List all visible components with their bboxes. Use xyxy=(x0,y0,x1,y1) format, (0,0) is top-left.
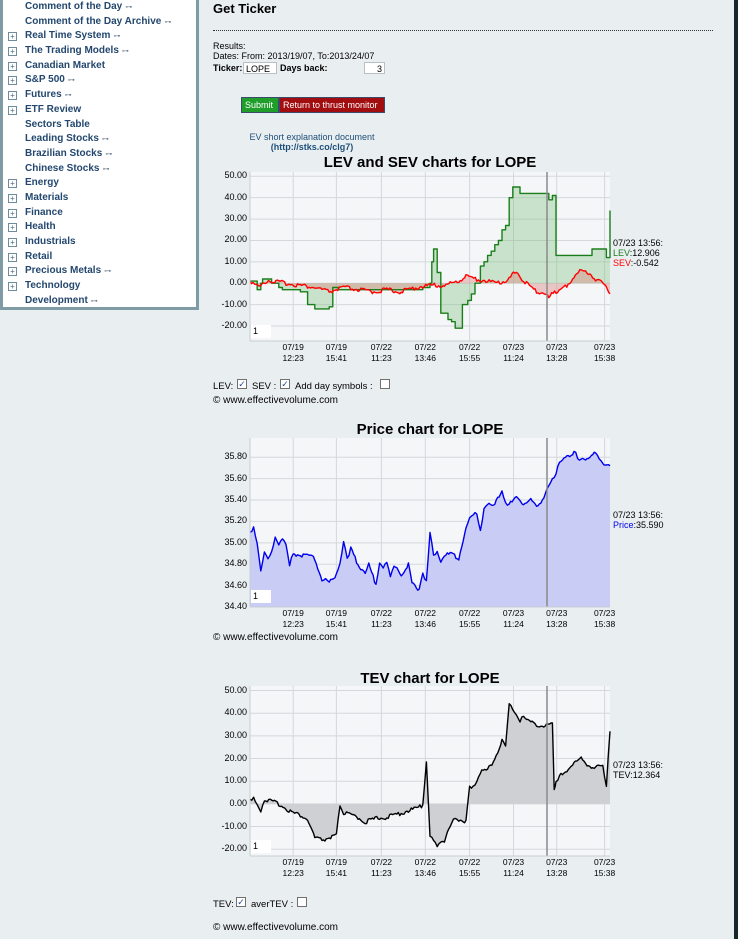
tev-zoom-input[interactable]: 1 xyxy=(251,840,271,853)
x-tick-date: 07/23 xyxy=(546,857,568,867)
x-tick-label: 07/22 15:55 xyxy=(452,857,488,879)
x-tick-date: 07/19 xyxy=(282,857,304,867)
tev-readout: 07/23 13:56: TEV:12.364 xyxy=(613,760,664,780)
y-tick-label: -10.00 xyxy=(221,820,247,831)
x-tick-label: 07/23 15:38 xyxy=(587,857,623,879)
copyright-tev: © www.effectivevolume.com xyxy=(213,922,339,933)
x-tick-time: 12:23 xyxy=(282,868,304,878)
x-tick-time: 13:28 xyxy=(546,868,568,878)
x-tick-time: 11:23 xyxy=(371,868,392,878)
tev-checkbox[interactable]: ✓ xyxy=(236,897,246,907)
x-tick-time: 13:46 xyxy=(414,868,436,878)
x-tick-time: 15:41 xyxy=(325,868,348,878)
x-tick-time: 15:55 xyxy=(458,868,481,878)
y-tick-label: 0.00 xyxy=(229,797,247,808)
x-tick-label: 07/22 11:23 xyxy=(363,857,399,879)
y-tick-label: 30.00 xyxy=(224,729,247,740)
x-tick-date: 07/22 xyxy=(458,857,481,867)
x-tick-label: 07/23 13:28 xyxy=(539,857,575,879)
x-tick-label: 07/19 15:41 xyxy=(318,857,354,879)
y-tick-label: 40.00 xyxy=(224,707,247,718)
x-tick-label: 07/23 11:24 xyxy=(496,857,532,879)
x-tick-date: 07/23 xyxy=(593,857,616,867)
x-tick-time: 15:38 xyxy=(593,868,616,878)
y-tick-label: 50.00 xyxy=(224,684,247,695)
x-tick-time: 11:24 xyxy=(503,868,524,878)
x-tick-date: 07/19 xyxy=(325,857,348,867)
avertev-checkbox-label: averTEV : xyxy=(251,899,294,910)
tev-readout-label: TEV xyxy=(613,770,631,780)
y-tick-label: -20.00 xyxy=(221,843,247,854)
tev-checkbox-label: TEV: xyxy=(213,899,234,910)
x-tick-date: 07/22 xyxy=(370,857,393,867)
y-tick-label: 20.00 xyxy=(224,752,247,763)
y-tick-label: 10.00 xyxy=(224,775,247,786)
readout-time: 07/23 13:56: xyxy=(613,760,664,770)
x-tick-label: 07/19 12:23 xyxy=(275,857,311,879)
x-tick-label: 07/22 13:46 xyxy=(407,857,443,879)
x-tick-date: 07/22 xyxy=(414,857,436,867)
tev-readout-value: 12.364 xyxy=(632,770,661,780)
avertev-checkbox[interactable] xyxy=(297,897,307,907)
chart-svg xyxy=(249,686,611,857)
x-tick-date: 07/23 xyxy=(502,857,525,867)
